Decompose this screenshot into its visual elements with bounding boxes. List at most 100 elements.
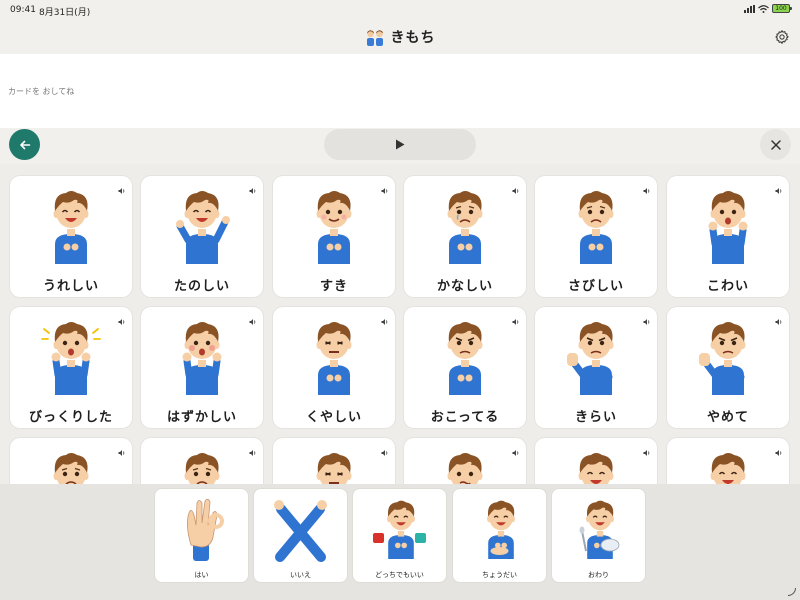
resize-handle[interactable] (788, 588, 796, 596)
arrow-left-icon (19, 140, 30, 149)
emotion-card[interactable] (404, 438, 526, 484)
quick-card-label: はい (194, 571, 209, 579)
control-row (0, 128, 800, 164)
speaker-icon[interactable] (775, 442, 783, 456)
emotion-card[interactable]: きらい (535, 307, 657, 428)
emotion-card-label: おこってる (430, 410, 500, 425)
speaker-icon[interactable] (512, 442, 520, 456)
emotion-card[interactable] (667, 438, 789, 484)
emotion-illustration-proud (698, 446, 758, 484)
emotion-illustration-worried (172, 446, 232, 484)
emotion-card[interactable]: かなしい (404, 176, 526, 297)
page-title-wrap: きもち (0, 27, 800, 47)
choice-icon (373, 495, 426, 563)
emotion-illustration-lonely (566, 184, 626, 266)
emotion-card[interactable]: はずかしい (141, 307, 263, 428)
emotion-card-label: きらい (574, 410, 617, 425)
emotion-card[interactable]: たのしい (141, 176, 263, 297)
speaker-icon[interactable] (249, 311, 257, 325)
play-button[interactable] (324, 129, 476, 160)
emotion-card-label: すき (319, 279, 348, 294)
ok-hand-icon (175, 495, 228, 563)
speaker-icon[interactable] (381, 311, 389, 325)
message-area[interactable]: カードを おしてね (0, 54, 800, 128)
message-placeholder: カードを おしてね (8, 87, 75, 96)
quick-card[interactable]: ちょうだい (453, 489, 546, 582)
emotion-card-label: かなしい (436, 279, 493, 294)
emotion-card-label: はずかしい (166, 410, 237, 425)
speaker-icon[interactable] (512, 311, 520, 325)
back-button[interactable] (9, 129, 40, 160)
emotion-card-grid[interactable]: うれしい たのしい すき かなしい さびしい こわいびっくりした はずかしい くやしい おこって… (0, 164, 800, 484)
emotion-illustration-sad (435, 184, 495, 266)
emotion-card[interactable] (141, 438, 263, 484)
speaker-icon[interactable] (643, 442, 651, 456)
status-indicators: 100 (744, 4, 792, 13)
emotion-illustration-stop (698, 315, 758, 397)
finished-icon (572, 495, 625, 563)
emotion-card[interactable]: さびしい (535, 176, 657, 297)
quick-card-label: どっちでもいい (375, 571, 424, 579)
emotion-illustration-angry (435, 315, 495, 397)
status-time: 09:41 (10, 5, 36, 15)
emotion-card-label: たのしい (173, 279, 230, 294)
signal-icon (744, 4, 755, 13)
speaker-icon[interactable] (775, 180, 783, 194)
quick-card[interactable]: いいえ (254, 489, 347, 582)
emotion-illustration-tired (41, 446, 101, 484)
emotion-card[interactable]: やめて (667, 307, 789, 428)
gear-icon[interactable] (774, 29, 790, 45)
emotion-illustration-confused (435, 446, 495, 484)
speaker-icon[interactable] (775, 311, 783, 325)
emotion-card-label: こわい (706, 279, 749, 294)
children-icon (366, 30, 383, 46)
emotion-card[interactable]: びっくりした (10, 307, 132, 428)
speaker-icon[interactable] (381, 180, 389, 194)
speaker-icon[interactable] (118, 180, 126, 194)
quick-card[interactable]: はい (155, 489, 248, 582)
quick-card[interactable]: どっちでもいい (353, 489, 446, 582)
quick-card[interactable]: おわり (552, 489, 645, 582)
quick-card-label: おわり (588, 571, 609, 579)
give-me-icon (473, 495, 526, 563)
emotion-illustration-dislike (566, 315, 626, 397)
emotion-illustration-fun (172, 184, 232, 266)
emotion-illustration-pain (304, 446, 364, 484)
emotion-card[interactable] (273, 438, 395, 484)
clear-button[interactable] (760, 129, 791, 160)
emotion-card-label: くやしい (305, 410, 362, 425)
quick-card-label: いいえ (290, 571, 311, 579)
emotion-illustration-frustrated (304, 315, 364, 397)
wifi-icon (758, 4, 769, 13)
quick-response-tray: はい いいえ どっちでもいい ちょうだい おわり (0, 484, 800, 600)
close-icon (770, 139, 781, 150)
speaker-icon[interactable] (118, 442, 126, 456)
emotion-card[interactable]: すき (273, 176, 395, 297)
speaker-icon[interactable] (381, 442, 389, 456)
speaker-icon[interactable] (249, 180, 257, 194)
emotion-card[interactable] (535, 438, 657, 484)
speaker-icon[interactable] (118, 311, 126, 325)
speaker-icon[interactable] (512, 180, 520, 194)
status-date: 8月31日(月) (39, 8, 91, 18)
emotion-card[interactable]: おこってる (404, 307, 526, 428)
emotion-card[interactable]: うれしい (10, 176, 132, 297)
page-title: きもち (390, 30, 436, 46)
battery-icon: 100 (772, 4, 792, 13)
emotion-card-label: びっくりした (28, 410, 113, 425)
emotion-card[interactable]: くやしい (273, 307, 395, 428)
emotion-card[interactable] (10, 438, 132, 484)
emotion-illustration-love (304, 184, 364, 266)
title-bar: きもち (0, 20, 800, 54)
emotion-illustration-surprised (41, 315, 101, 397)
emotion-illustration-scared (698, 184, 758, 266)
emotion-card[interactable]: こわい (667, 176, 789, 297)
emotion-illustration-calm (566, 446, 626, 484)
emotion-card-label: やめて (706, 410, 749, 425)
speaker-icon[interactable] (643, 180, 651, 194)
speaker-icon[interactable] (643, 311, 651, 325)
play-icon (396, 139, 405, 150)
emotion-illustration-happy (41, 184, 101, 266)
speaker-icon[interactable] (249, 442, 257, 456)
crossed-arms-icon (274, 495, 327, 563)
